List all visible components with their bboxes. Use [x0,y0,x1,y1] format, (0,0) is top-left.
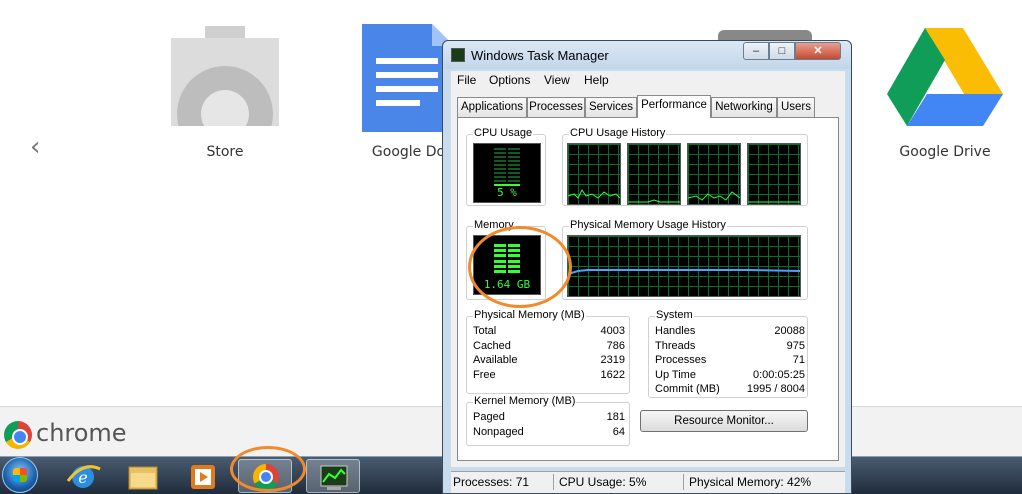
task-manager-taskbar-icon[interactable] [306,459,360,493]
menu-options[interactable]: Options [489,73,530,87]
media-player-icon[interactable] [176,459,230,493]
cpu-history-graph-core-2 [627,143,681,205]
stat-row-cached: Cached 786 [473,340,625,352]
stat-row-uptime: Up Time 0:00:05:25 [655,369,805,381]
menu-file[interactable]: File [457,73,476,87]
status-cpu-usage: CPU Usage: 5% [559,475,647,489]
cpu-history-group: CPU Usage History [562,127,808,206]
system-title: System [655,309,694,321]
chrome-wordmark: chrome [36,419,127,447]
stat-row-free: Free 1622 [473,369,625,381]
status-processes: Processes: 71 [453,475,530,489]
start-button-icon[interactable] [2,457,38,493]
tab-processes[interactable]: Processes [527,97,585,117]
physical-memory-title: Physical Memory (MB) [473,309,586,321]
cpu-history-graph-core-4 [747,143,801,205]
stat-row-total: Total 4003 [473,325,625,337]
cpu-usage-value: 5 % [497,186,517,199]
tab-users[interactable]: Users [777,97,815,117]
status-bar: Processes: 71 CPU Usage: 5% Physical Mem… [451,471,845,493]
stat-row-nonpaged: Nonpaged 64 [473,426,625,438]
hidden-app-tile [718,30,812,40]
cpu-usage-title: CPU Usage [473,127,534,139]
memory-history-title: Physical Memory Usage History [569,219,727,231]
menu-help[interactable]: Help [584,73,609,87]
cpu-history-graph-core-3 [687,143,741,205]
minimize-button[interactable]: – [743,42,769,60]
kernel-memory-title: Kernel Memory (MB) [473,395,577,407]
cpu-history-graph-core-1 [567,143,621,205]
maximize-button[interactable]: □ [769,42,795,60]
cpu-usage-gauge: 5 % [473,143,541,203]
physical-memory-group: Physical Memory (MB) Total 4003 Cached 786… [466,309,630,394]
window-title: Windows Task Manager [471,48,609,63]
close-button[interactable]: ✕ [795,42,841,60]
store-icon [171,26,279,128]
windows-explorer-icon[interactable] [116,459,170,493]
cpu-history-title: CPU Usage History [569,127,667,139]
status-physical-memory: Physical Memory: 42% [689,475,812,489]
task-manager-app-icon [451,48,465,62]
app-label-google-drive: Google Drive [899,144,991,160]
tab-performance[interactable]: Performance [637,95,711,118]
stat-row-paged: Paged 181 [473,411,625,423]
taskbar-chrome-highlight [230,446,306,492]
internet-explorer-icon[interactable]: e [56,459,110,493]
tab-services[interactable]: Services [585,97,637,117]
tab-networking[interactable]: Networking [711,97,777,117]
memory-history-graph [567,235,801,297]
chrome-logo-icon [4,421,32,449]
system-group: System Handles 20088 Threads 975 Processes… [648,309,808,398]
stat-row-handles: Handles 20088 [655,325,805,337]
stat-row-processes: Processes 71 [655,354,805,366]
memory-history-group: Physical Memory Usage History [562,219,808,300]
app-label-store: Store [206,144,244,160]
stat-row-available: Available 2319 [473,354,625,366]
status-divider [683,474,684,490]
menu-bar: File Options View Help [451,71,845,91]
stat-row-threads: Threads 975 [655,340,805,352]
tab-applications[interactable]: Applications [457,97,527,117]
memory-gauge-highlight [468,226,572,308]
google-drive-icon [887,28,1003,126]
status-divider [553,474,554,490]
previous-page-arrow-icon[interactable]: ‹ [30,132,40,162]
cpu-usage-group: CPU Usage 5 % [466,127,546,206]
title-bar[interactable]: Windows Task Manager – □ ✕ [443,41,851,69]
kernel-memory-group: Kernel Memory (MB) Paged 181 Nonpaged 64 [466,395,630,446]
menu-view[interactable]: View [544,73,570,87]
stat-row-commit: Commit (MB) 1995 / 8004 [655,383,805,395]
resource-monitor-button[interactable]: Resource Monitor... [640,410,808,432]
